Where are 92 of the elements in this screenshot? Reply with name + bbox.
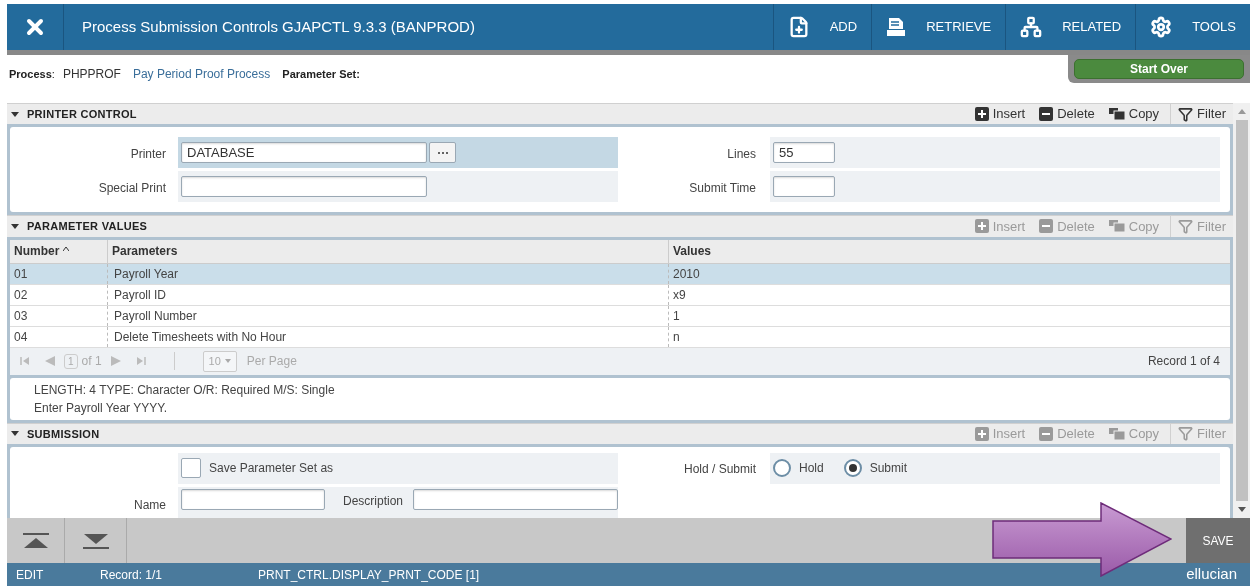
table-row[interactable]: 01 Payroll Year 2010 [10, 263, 1230, 285]
section-title: PARAMETER VALUES [27, 219, 148, 235]
table-cell-text: n [673, 328, 680, 346]
field-label: Lines [727, 146, 756, 161]
field-label: Printer [130, 146, 166, 161]
radio-button[interactable] [843, 459, 862, 478]
table-row[interactable]: 02 Payroll ID x9 [10, 284, 1230, 306]
page-count: of 1 [81, 353, 102, 371]
parameter-set-label: Parameter Set: [282, 66, 360, 82]
text-field[interactable] [413, 489, 618, 510]
process-code: PHPPROF [62, 66, 121, 83]
help-text: Enter Payroll Year YYYY. [34, 399, 168, 417]
settings-icon [1150, 16, 1173, 38]
table-row[interactable]: 03 Payroll Number 1 [10, 305, 1230, 327]
minus-square-icon [1039, 107, 1054, 122]
window-title: Process Submission Controls GJAPCTL 9.3.3 (BANPROD) [82, 16, 475, 37]
record-count: Record 1 of 4 [1147, 353, 1220, 371]
table-cell-text: 01 [14, 265, 28, 283]
status-record: Record: 1/1 [100, 566, 164, 584]
caret-down-icon [11, 111, 19, 117]
process-label: Process: [9, 66, 55, 82]
field-label: Name [134, 498, 166, 512]
process-name: Pay Period Proof Process [132, 66, 271, 83]
column-header[interactable]: Values [668, 239, 1230, 263]
status-field: PRNT_CTRL.DISPLAY_PRNT_CODE [1] [258, 565, 480, 584]
dropdown-caret-icon [224, 359, 231, 364]
toolbar-button[interactable]: Delete [1032, 104, 1102, 125]
page-number: 1 [64, 353, 78, 369]
filter-icon [1178, 106, 1194, 122]
scroll-down-icon [1237, 507, 1246, 512]
table-cell-text: 04 [14, 328, 28, 346]
previous-page-icon [44, 356, 56, 367]
column-header[interactable]: Parameters [108, 239, 668, 263]
field-label: Description [343, 493, 404, 510]
last-page-icon [135, 356, 146, 367]
section-title: SUBMISSION [27, 426, 100, 442]
table-cell-text: Payroll Number [114, 307, 197, 325]
document-tray-icon [886, 17, 907, 37]
plus-square-icon [974, 107, 989, 122]
ellipsis-icon [437, 151, 448, 154]
save-button[interactable]: SAVE [1186, 518, 1250, 563]
minus-square-icon [1039, 426, 1054, 441]
status-mode: EDIT [16, 566, 45, 584]
copy-icon [1108, 220, 1125, 233]
table-row[interactable]: 04 Delete Timesheets with No Hour n [10, 326, 1230, 348]
field-label: Special Print [98, 180, 166, 195]
per-page-label: Per Page [246, 353, 297, 371]
field-label: Submit Time [689, 180, 756, 195]
text-field[interactable] [181, 176, 427, 198]
start-over-button[interactable]: Start Over [1074, 59, 1244, 79]
copy-icon [1108, 108, 1125, 121]
table-cell-text: 02 [14, 286, 28, 304]
sort-caret-icon [63, 247, 70, 252]
table-cell-text: Payroll ID [114, 286, 166, 304]
plus-square-icon [974, 426, 989, 441]
brand-logo: ellucian [1186, 564, 1237, 585]
lookup-button[interactable] [429, 142, 456, 164]
radio-label: Submit [869, 460, 908, 478]
copy-icon [1108, 427, 1125, 440]
text-field[interactable] [773, 176, 835, 198]
filter-icon [1178, 219, 1194, 234]
table-cell-text: Delete Timesheets with No Hour [114, 328, 287, 346]
first-page-icon [20, 356, 30, 367]
filter-icon [1178, 426, 1194, 442]
hierarchy-icon [1020, 16, 1043, 38]
first-record-icon [22, 532, 49, 549]
radio-button[interactable] [773, 459, 791, 478]
help-text: LENGTH: 4 TYPE: Character O/R: Required M/S: Single [34, 381, 336, 399]
column-header[interactable]: Number [10, 239, 108, 263]
table-cell-text: 03 [14, 307, 28, 325]
next-page-icon [109, 356, 122, 367]
table-cell-text: x9 [673, 286, 686, 304]
section-title: PRINTER CONTROL [27, 106, 137, 122]
scroll-thumb[interactable] [1235, 120, 1248, 501]
plus-square-icon [974, 219, 989, 234]
checkbox[interactable] [181, 458, 201, 479]
field-label: Hold / Submit [683, 462, 756, 477]
toolbar-button[interactable]: Copy [1101, 104, 1167, 125]
last-record-icon [82, 532, 109, 549]
caret-down-icon [11, 224, 19, 229]
text-field[interactable]: 55 [773, 142, 835, 164]
checkbox-label: Save Parameter Set as [209, 460, 334, 478]
scroll-up-icon [1237, 109, 1246, 114]
table-cell-text: 2010 [673, 265, 700, 283]
text-field[interactable] [181, 489, 325, 510]
caret-down-icon [11, 431, 19, 437]
toolbar-button[interactable]: Insert [967, 104, 1033, 125]
text-field[interactable]: DATABASE [181, 142, 427, 164]
radio-label: Hold [799, 460, 824, 478]
table-cell-text: 1 [673, 307, 680, 325]
minus-square-icon [1039, 219, 1054, 234]
table-cell-text: Payroll Year [114, 265, 179, 283]
